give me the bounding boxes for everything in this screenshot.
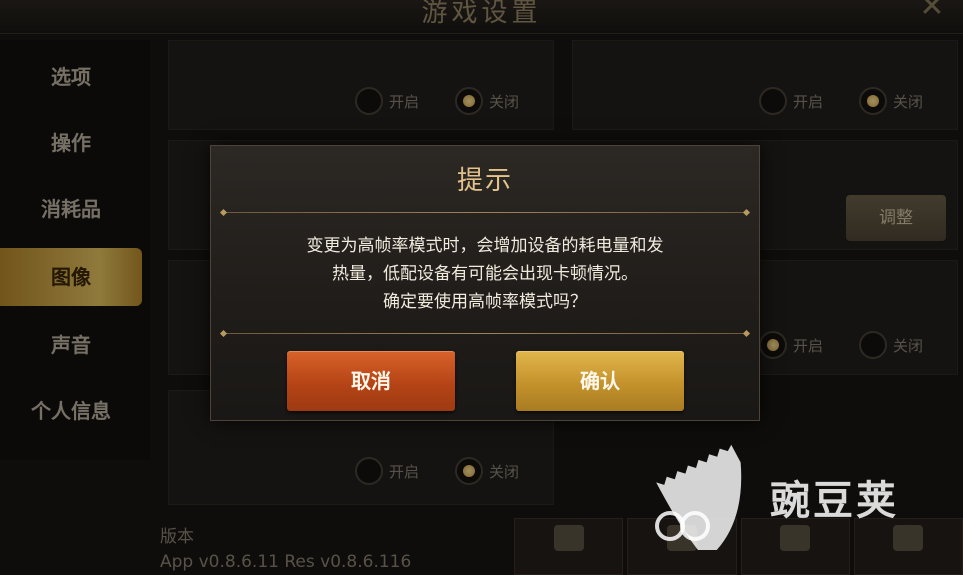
confirm-dialog: 提示 变更为高帧率模式时，会增加设备的耗电量和发 热量，低配设备有可能会出现卡顿… bbox=[210, 145, 760, 421]
message-line: 热量，低配设备有可能会出现卡顿情况。 bbox=[332, 264, 638, 284]
message-line: 变更为高帧率模式时，会增加设备的耗电量和发 bbox=[306, 236, 664, 256]
watermark-text: 豌豆荚 bbox=[770, 478, 899, 524]
cancel-button[interactable]: 取消 bbox=[287, 351, 455, 411]
message-line: 确定要使用高帧率模式吗？ bbox=[383, 292, 587, 312]
divider bbox=[223, 212, 747, 213]
dialog-title: 提示 bbox=[456, 166, 513, 196]
dialog-message: 变更为高帧率模式时，会增加设备的耗电量和发 热量，低配设备有可能会出现卡顿情况。… bbox=[241, 232, 729, 316]
confirm-button[interactable]: 确认 bbox=[516, 351, 684, 411]
divider bbox=[223, 333, 747, 334]
